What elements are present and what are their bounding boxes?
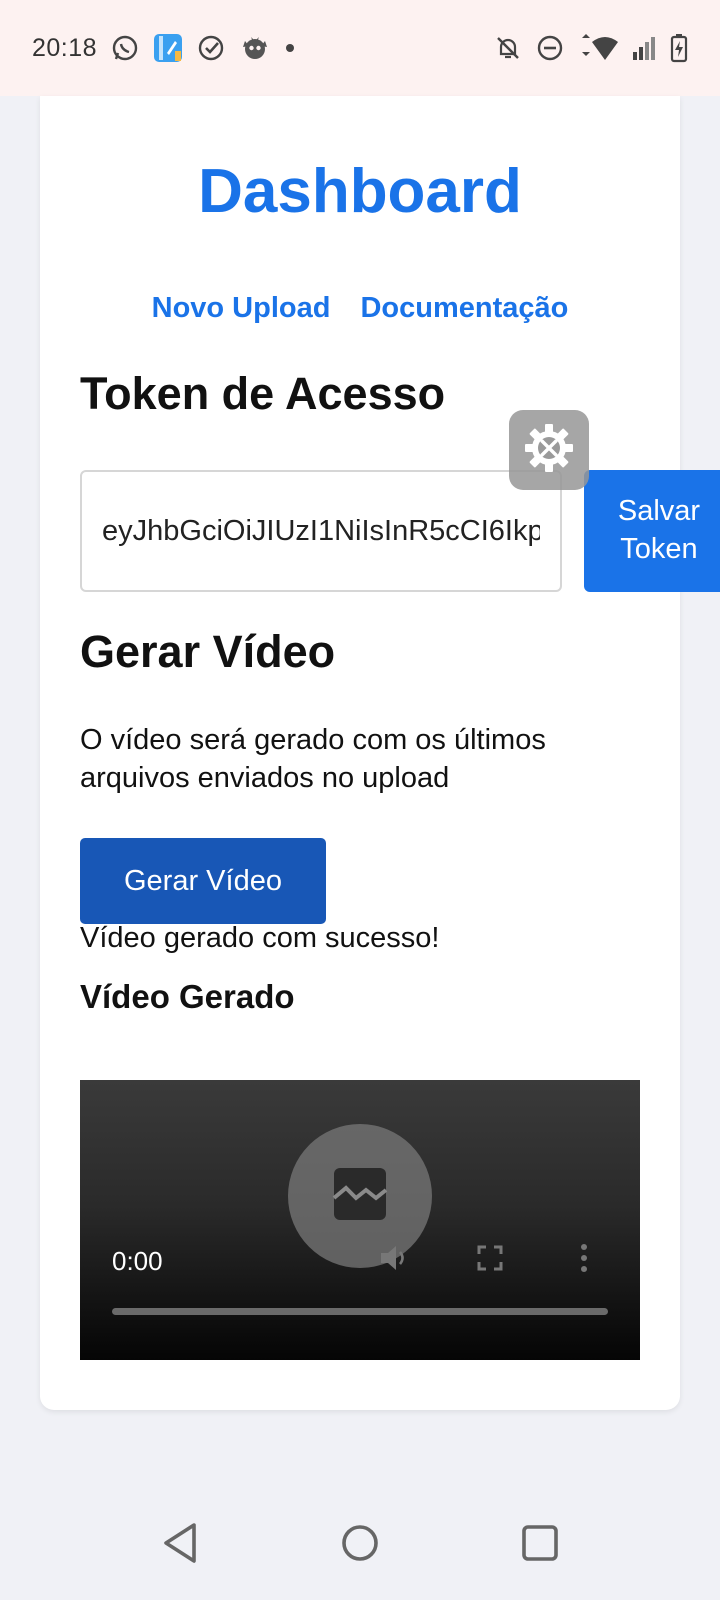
home-circle-icon	[340, 1523, 380, 1568]
settings-tools-icon	[521, 420, 577, 481]
check-circle-icon	[197, 34, 225, 62]
generate-description: O vídeo será gerado com os últimos arqui…	[80, 724, 546, 794]
fullscreen-icon	[475, 1243, 505, 1278]
video-current-time: 0:00	[112, 1246, 163, 1276]
mascot-icon	[239, 33, 271, 63]
floating-tools-button[interactable]	[509, 410, 589, 490]
notes-app-icon	[153, 33, 183, 63]
battery-charging-icon	[670, 33, 688, 63]
token-section-heading: Token de Acesso	[80, 368, 446, 419]
top-nav: Novo Upload Documentação	[40, 292, 680, 325]
nav-link-documentacao[interactable]: Documentação	[360, 292, 568, 325]
status-bar: 20:18	[0, 0, 720, 96]
bell-off-icon	[494, 34, 522, 62]
nav-link-novo-upload[interactable]: Novo Upload	[152, 292, 331, 325]
recents-button[interactable]	[515, 1520, 565, 1570]
status-right-group	[494, 33, 688, 63]
signal-icon	[632, 36, 656, 60]
generate-section-heading: Gerar Vídeo	[80, 626, 336, 677]
dashboard-card: Dashboard Novo Upload Documentação Token…	[40, 96, 720, 1410]
success-message: Vídeo gerado com sucesso!	[80, 922, 440, 954]
video-player[interactable]: 0:00	[80, 1080, 640, 1360]
whatsapp-icon	[111, 34, 139, 62]
token-input[interactable]	[80, 470, 562, 592]
more-options-button[interactable]	[566, 1242, 602, 1278]
video-progress-bar[interactable]	[112, 1308, 608, 1315]
dot-icon	[285, 43, 295, 53]
back-button[interactable]	[155, 1520, 205, 1570]
recents-square-icon	[520, 1523, 560, 1568]
volume-icon	[377, 1241, 411, 1280]
result-heading: Vídeo Gerado	[80, 978, 295, 1015]
system-navigation-bar	[0, 1490, 720, 1600]
do-not-disturb-icon	[536, 34, 564, 62]
fullscreen-button[interactable]	[472, 1242, 508, 1278]
page-title: Dashboard	[198, 157, 522, 226]
wifi-icon	[578, 34, 618, 62]
volume-button[interactable]	[376, 1242, 412, 1278]
back-triangle-icon	[160, 1521, 200, 1570]
generate-video-button[interactable]: Gerar Vídeo	[80, 838, 326, 924]
home-button[interactable]	[335, 1520, 385, 1570]
broken-image-icon	[332, 1166, 388, 1227]
status-time: 20:18	[32, 33, 98, 62]
more-vert-icon	[578, 1243, 590, 1278]
save-token-button[interactable]: Salvar Token	[584, 470, 720, 592]
status-left-group: 20:18	[32, 33, 295, 63]
